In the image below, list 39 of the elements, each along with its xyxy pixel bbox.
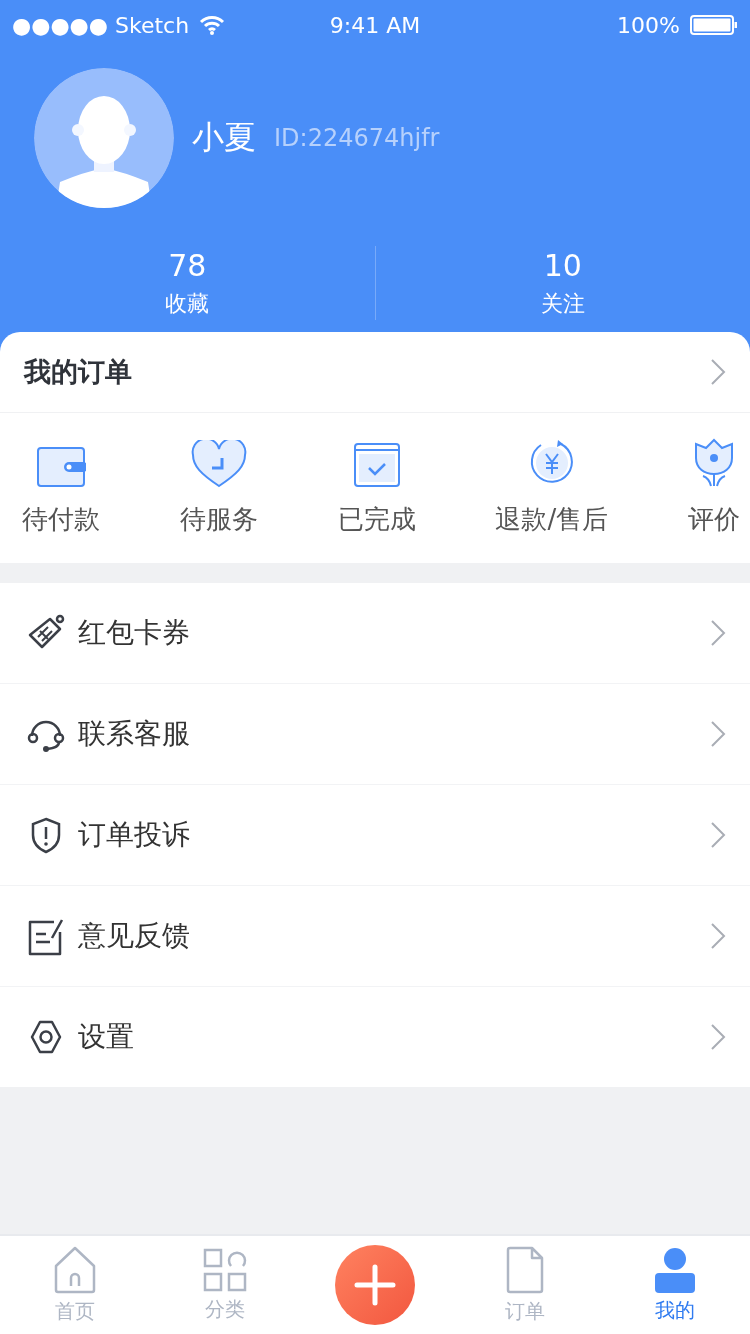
avatar-icon [34,68,174,208]
chevron-icon [710,720,726,748]
stat-value: 10 [543,247,582,283]
carrier-text: ●●●●● Sketch [12,12,190,38]
heart-clock-icon [190,440,247,488]
chevron-icon [710,922,726,950]
menu-item[interactable]: 红包卡券 [0,583,750,684]
chevron-icon [710,619,726,647]
stat-label: 关注 [540,289,585,318]
user-name: 小夏 [192,117,256,158]
clock-text: 9:41 AM [329,12,421,38]
chevron-icon [710,1023,726,1051]
order-status-item[interactable]: 待付款 [22,437,100,537]
wifi-icon [199,15,226,35]
stat-label: 收藏 [165,289,210,318]
menu-item[interactable]: 联系客服 [0,684,750,785]
battery-text: 100% [617,12,680,38]
menu-item[interactable]: 订单投诉 [0,785,750,886]
order-status-item[interactable]: 退款/售后 [495,437,609,537]
order-status-item[interactable]: 待服务 [179,437,258,537]
menu-item[interactable]: 设置 [0,987,750,1087]
document-icon [506,1245,544,1294]
user-id: ID:224674hjfr [274,124,440,152]
user-icon [654,1246,696,1293]
grid-icon [203,1247,247,1292]
orders-title: 我的订单 [24,355,132,389]
check-calendar-icon [352,442,401,488]
stat-value: 78 [168,247,207,283]
wallet-icon [36,446,86,488]
chevron-icon [710,821,726,849]
orders-header[interactable]: 我的订单 [0,332,750,413]
chevron-icon [710,358,726,386]
home-icon [53,1245,97,1294]
add-button[interactable] [335,1245,415,1325]
tab-item[interactable]: 我的 [600,1236,750,1334]
order-status-item[interactable]: 评价 [687,437,740,537]
order-status-item[interactable]: 已完成 [337,437,416,537]
menu-item[interactable]: 意见反馈 [0,886,750,987]
battery-icon [690,15,738,35]
